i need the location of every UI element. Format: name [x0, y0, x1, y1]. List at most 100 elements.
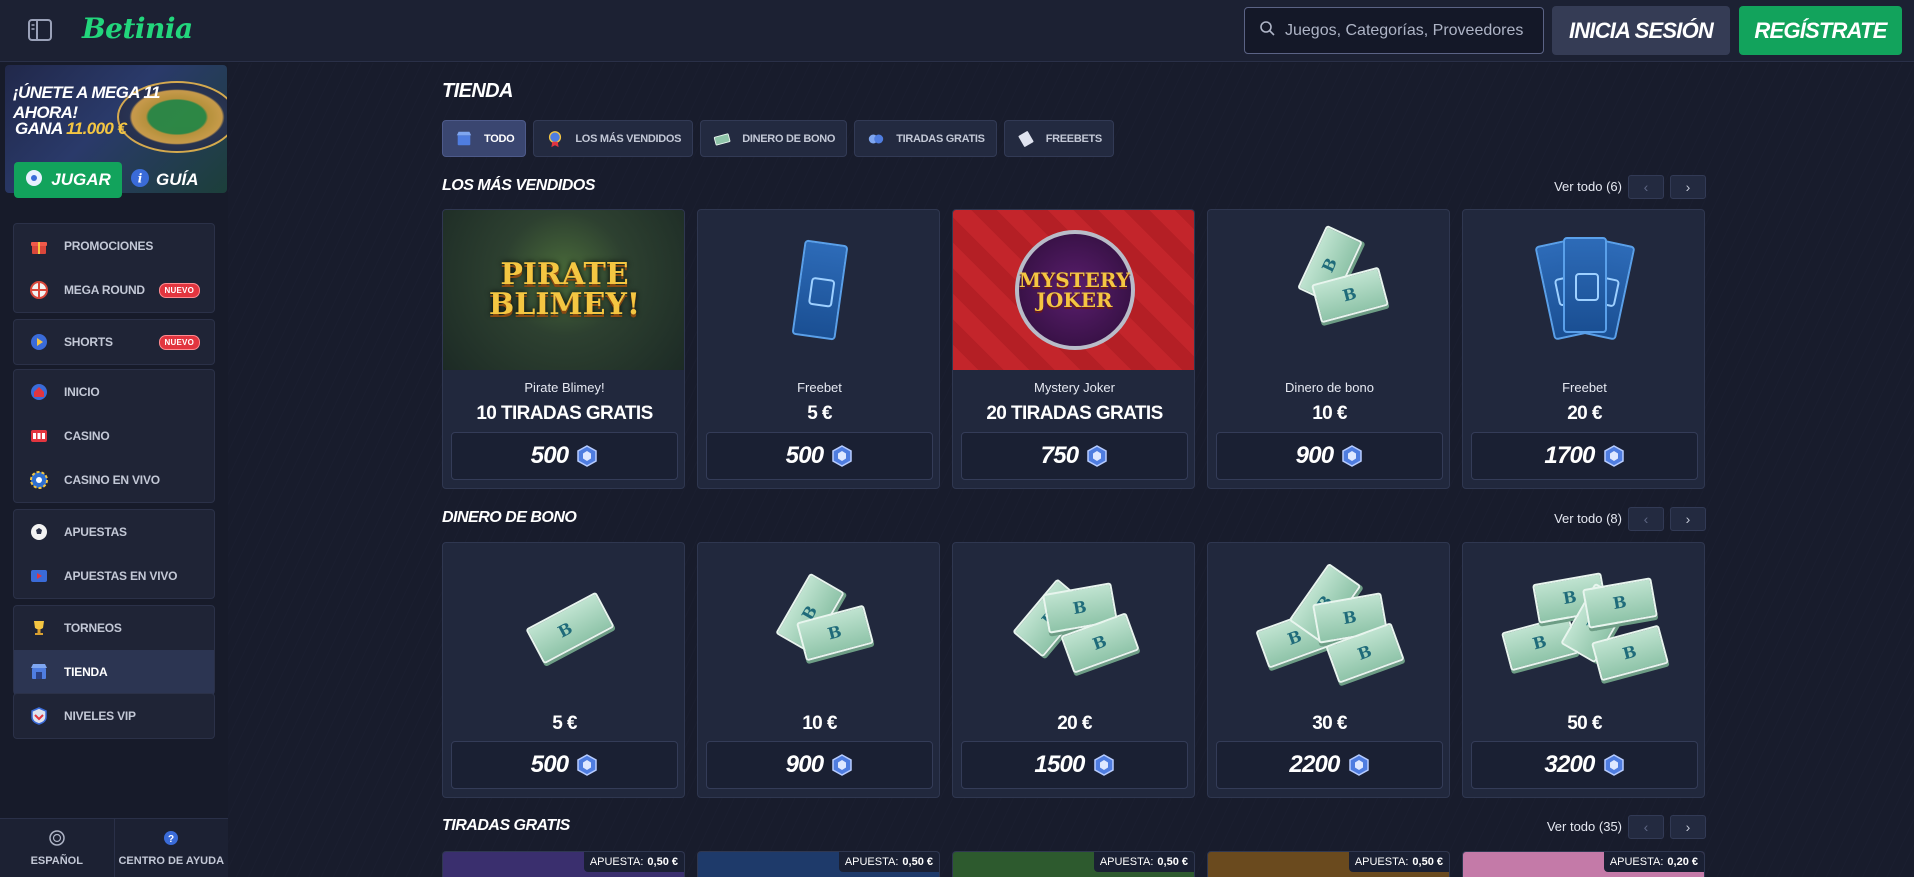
- product-card[interactable]: APUESTA: 0,20 €: [1462, 851, 1705, 877]
- cash-artwork: [698, 543, 939, 713]
- ticket-icon: [791, 239, 848, 341]
- product-card[interactable]: 5 € 500: [442, 542, 685, 798]
- price-button[interactable]: 1500: [961, 741, 1188, 789]
- price-button[interactable]: 500: [451, 741, 678, 789]
- bet-label: APUESTA:: [1609, 856, 1664, 868]
- sidebar-item-torneos[interactable]: TORNEOS: [14, 606, 214, 650]
- search-input[interactable]: [1285, 21, 1525, 40]
- see-all-link[interactable]: Ver todo (6): [1554, 179, 1622, 194]
- sidebar-item-niveles-vip[interactable]: NIVELES VIP: [14, 694, 214, 738]
- product-card[interactable]: 50 € 3200: [1462, 542, 1705, 798]
- cash-stack: [1275, 224, 1389, 345]
- gift-icon: [28, 235, 50, 257]
- filter-freebets[interactable]: FREEBETS: [1003, 120, 1114, 157]
- product-card[interactable]: APUESTA: 0,50 €: [442, 851, 685, 877]
- see-all-link[interactable]: Ver todo (35): [1547, 819, 1622, 834]
- play-icon: [28, 331, 50, 353]
- cash-stack: [1254, 562, 1405, 684]
- cash-artwork: [1208, 543, 1449, 713]
- shop-icon: [28, 661, 50, 683]
- ball-icon: [28, 521, 50, 543]
- product-card[interactable]: 20 € 1500: [952, 542, 1195, 798]
- promo-guide-link[interactable]: i GUÍA: [130, 162, 200, 198]
- brand-logo[interactable]: Betinia: [82, 12, 193, 45]
- filter-dinero-de-bono[interactable]: DINERO DE BONO: [700, 120, 848, 157]
- new-badge: NUEVO: [158, 335, 200, 350]
- ticket-icon: [1016, 129, 1036, 149]
- search-box[interactable]: [1244, 7, 1544, 54]
- banknote: [524, 591, 615, 665]
- free-spins-row: APUESTA: 0,50 € APUESTA: 0,50 € APUESTA: 0,…: [442, 851, 1706, 877]
- sidebar-item-apuestas-en-vivo[interactable]: APUESTAS EN VIVO: [14, 554, 214, 598]
- nav-group-sports: APUESTAS APUESTAS EN VIVO: [13, 509, 215, 599]
- sidebar-item-casino-en-vivo[interactable]: CASINO EN VIVO: [14, 458, 214, 502]
- carousel-next-button[interactable]: ›: [1670, 815, 1706, 839]
- best-sellers-row: PIRATE BLIMEY! Pirate Blimey! 10 TIRADAS…: [442, 209, 1706, 489]
- product-amount: 50 €: [1567, 713, 1602, 734]
- nav-group-shorts: SHORTS NUEVO: [13, 319, 215, 365]
- sidebar-item-label: TORNEOS: [64, 621, 122, 635]
- language-selector[interactable]: ESPAÑOL: [0, 819, 115, 877]
- filter-label: LOS MÁS VENDIDOS: [575, 132, 682, 145]
- product-card[interactable]: APUESTA: 0,50 €: [952, 851, 1195, 877]
- chevron-right-icon: ›: [1685, 179, 1691, 195]
- sidebar-toggle-icon[interactable]: [26, 17, 54, 43]
- language-label: ESPAÑOL: [30, 854, 83, 867]
- carousel-prev-button[interactable]: ‹: [1628, 175, 1664, 199]
- bet-value: 0,20 €: [1667, 856, 1698, 868]
- product-card[interactable]: 30 € 2200: [1207, 542, 1450, 798]
- price-value: 3200: [1544, 751, 1595, 778]
- carousel-next-button[interactable]: ›: [1670, 175, 1706, 199]
- product-card[interactable]: MYSTERY JOKER Mystery Joker 20 TIRADAS G…: [952, 209, 1195, 489]
- login-button[interactable]: INICIA SESIÓN: [1552, 6, 1730, 55]
- help-center-link[interactable]: ? CENTRO DE AYUDA: [115, 819, 229, 877]
- filter-label: TIRADAS GRATIS: [896, 132, 985, 145]
- bet-tag: APUESTA: 0,50 €: [1093, 852, 1194, 872]
- carousel-prev-button[interactable]: ‹: [1628, 815, 1664, 839]
- sidebar-item-shorts[interactable]: SHORTS NUEVO: [14, 320, 214, 364]
- svg-text:i: i: [138, 171, 143, 185]
- price-value: 1500: [1034, 751, 1085, 778]
- sidebar-item-inicio[interactable]: INICIO: [14, 370, 214, 414]
- ball-icon: [25, 169, 43, 192]
- product-card[interactable]: Dinero de bono 10 € 900: [1207, 209, 1450, 489]
- price-button[interactable]: 900: [706, 741, 933, 789]
- search-icon: [1259, 20, 1275, 41]
- promo-title: ¡ÚNETE A MEGA 11 AHORA!: [13, 83, 160, 122]
- product-card[interactable]: Freebet 20 € 1700: [1462, 209, 1705, 489]
- cash-artwork: [1208, 210, 1449, 370]
- filter-mas-vendidos[interactable]: LOS MÁS VENDIDOS: [533, 120, 694, 157]
- section-header-best-sellers: LOS MÁS VENDIDOS Ver todo (6) ‹ ›: [442, 175, 1706, 199]
- product-card[interactable]: PIRATE BLIMEY! Pirate Blimey! 10 TIRADAS…: [442, 209, 685, 489]
- price-button[interactable]: 750: [961, 432, 1188, 480]
- see-all-link[interactable]: Ver todo (8): [1554, 511, 1622, 526]
- filter-todo[interactable]: TODO: [442, 120, 527, 157]
- filter-tiradas-gratis[interactable]: TIRADAS GRATIS: [854, 120, 997, 157]
- carousel-prev-button[interactable]: ‹: [1628, 507, 1664, 531]
- filter-label: TODO: [484, 132, 515, 145]
- sidebar-item-casino[interactable]: CASINO: [14, 414, 214, 458]
- product-card[interactable]: APUESTA: 0,50 €: [1207, 851, 1450, 877]
- sidebar-item-label: TIENDA: [64, 665, 108, 679]
- price-button[interactable]: 1700: [1471, 432, 1698, 480]
- price-button[interactable]: 3200: [1471, 741, 1698, 789]
- product-amount: 30 €: [1312, 713, 1347, 734]
- sidebar-item-tienda[interactable]: TIENDA: [14, 650, 214, 694]
- price-button[interactable]: 500: [706, 432, 933, 480]
- product-amount: 5 €: [552, 713, 577, 734]
- product-card[interactable]: 10 € 900: [697, 542, 940, 798]
- carousel-next-button[interactable]: ›: [1670, 507, 1706, 531]
- sidebar-item-mega-round[interactable]: MEGA ROUND NUEVO: [14, 268, 214, 312]
- sidebar-item-promociones[interactable]: PROMOCIONES: [14, 224, 214, 268]
- sidebar-item-apuestas[interactable]: APUESTAS: [14, 510, 214, 554]
- chevron-left-icon: ‹: [1643, 179, 1649, 195]
- price-button[interactable]: 2200: [1216, 741, 1443, 789]
- promo-play-button[interactable]: JUGAR: [14, 162, 122, 198]
- product-card[interactable]: Freebet 5 € 500: [697, 209, 940, 489]
- coin-icon: [576, 445, 598, 467]
- product-name: Freebet: [797, 380, 842, 395]
- product-card[interactable]: APUESTA: 0,50 €: [697, 851, 940, 877]
- register-button[interactable]: REGÍSTRATE: [1739, 6, 1902, 55]
- price-button[interactable]: 500: [451, 432, 678, 480]
- price-button[interactable]: 900: [1216, 432, 1443, 480]
